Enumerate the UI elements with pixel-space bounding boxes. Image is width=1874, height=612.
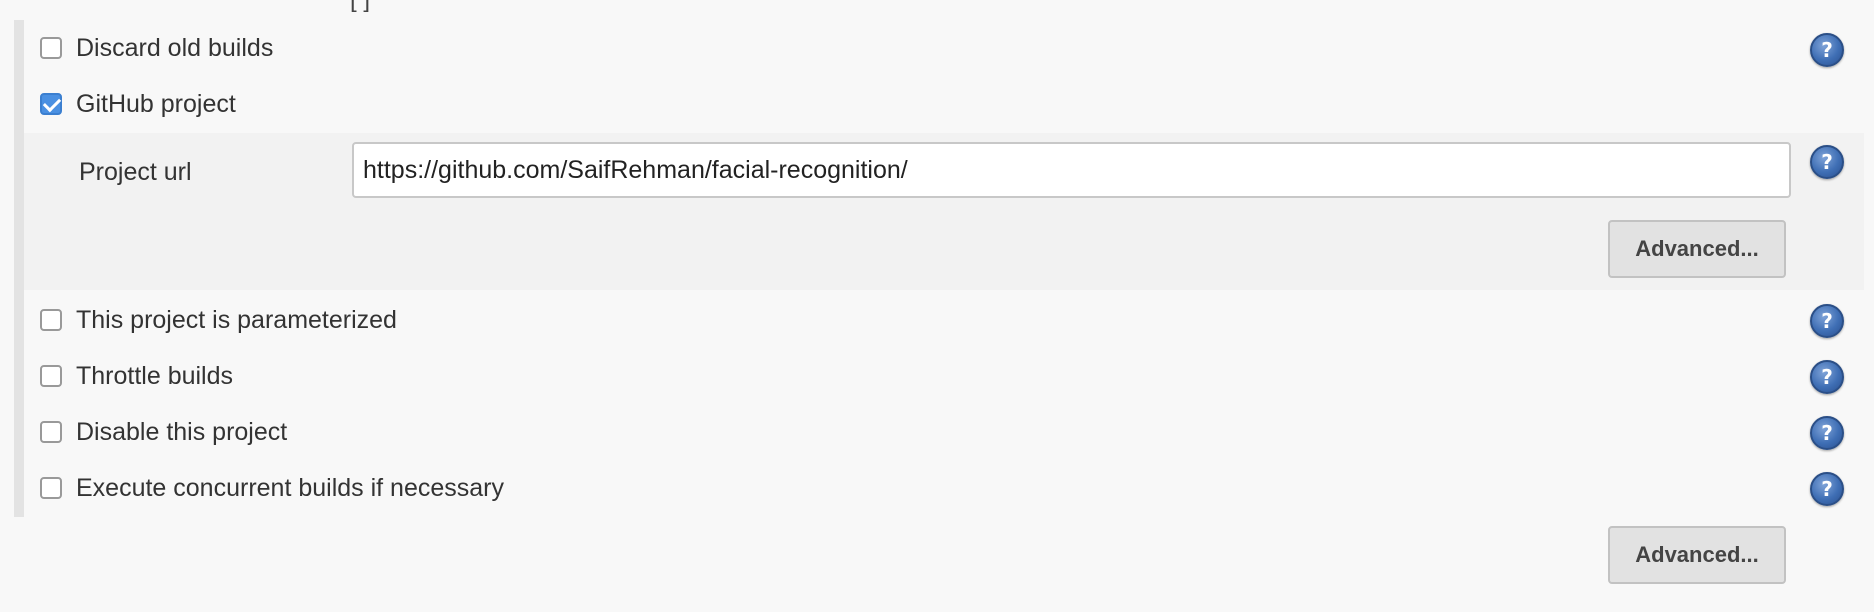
- throttle-builds-help-icon[interactable]: ?: [1810, 360, 1844, 394]
- disable-project-help-icon[interactable]: ?: [1810, 416, 1844, 450]
- project-url-input[interactable]: [352, 142, 1791, 198]
- github-project-label: GitHub project: [76, 90, 236, 118]
- option-github-project[interactable]: GitHub project: [24, 80, 1874, 128]
- parameterized-label: This project is parameterized: [76, 306, 397, 334]
- checkmark-icon: [42, 93, 62, 113]
- top-cutoff-text: [ ]: [350, 0, 376, 14]
- concurrent-builds-help-icon[interactable]: ?: [1810, 472, 1844, 506]
- option-concurrent-builds[interactable]: Execute concurrent builds if necessary: [24, 464, 1874, 512]
- project-url-help-icon[interactable]: ?: [1810, 145, 1844, 179]
- general-advanced-button[interactable]: Advanced...: [1608, 526, 1786, 584]
- throttle-builds-label: Throttle builds: [76, 362, 234, 390]
- top-bracket-text: [ ]: [350, 0, 370, 13]
- throttle-builds-checkbox[interactable]: [40, 365, 62, 387]
- discard-old-builds-checkbox[interactable]: [40, 37, 62, 59]
- option-discard-old-builds[interactable]: Discard old builds: [24, 24, 1874, 72]
- disable-project-checkbox[interactable]: [40, 421, 62, 443]
- concurrent-builds-label: Execute concurrent builds if necessary: [76, 474, 504, 502]
- discard-old-builds-help-icon[interactable]: ?: [1810, 33, 1844, 67]
- github-advanced-button[interactable]: Advanced...: [1608, 220, 1786, 278]
- discard-old-builds-label: Discard old builds: [76, 34, 274, 62]
- disable-project-label: Disable this project: [76, 418, 288, 446]
- github-project-checkbox[interactable]: [40, 93, 62, 115]
- parameterized-checkbox[interactable]: [40, 309, 62, 331]
- option-throttle-builds[interactable]: Throttle builds: [24, 352, 1874, 400]
- option-disable-project[interactable]: Disable this project: [24, 408, 1874, 456]
- parameterized-help-icon[interactable]: ?: [1810, 304, 1844, 338]
- section-indent-bar: [14, 20, 24, 517]
- project-url-label: Project url: [79, 158, 192, 186]
- option-parameterized[interactable]: This project is parameterized: [24, 296, 1874, 344]
- concurrent-builds-checkbox[interactable]: [40, 477, 62, 499]
